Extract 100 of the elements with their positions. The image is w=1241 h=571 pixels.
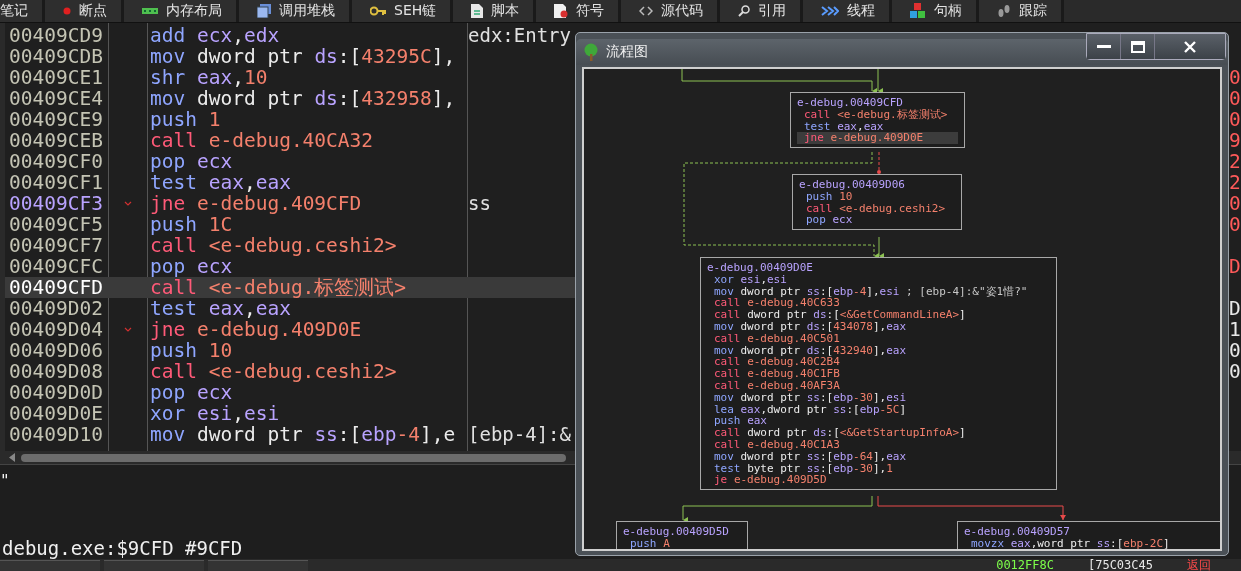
instruction-text: je e-debug.409D5D xyxy=(713,474,827,487)
document-icon xyxy=(554,4,569,18)
disassembly-row[interactable]: 00409CE1 shr eax,10 xyxy=(5,67,575,88)
column-fragment: 0 xyxy=(1229,88,1241,109)
instruction-text: call dword ptr ds:[<&GetCommandLineA>] xyxy=(713,309,967,321)
instruction-text: lea eax,dword ptr ss:[ebp-5C] xyxy=(713,403,908,416)
toolbar-tab[interactable]: SEH链 xyxy=(352,0,454,22)
instruction-text: test eax,eax xyxy=(150,172,291,193)
instruction-text: call e-debug.40C1A3 xyxy=(713,438,840,451)
instruction-text: call e-debug.40AF3A xyxy=(713,379,841,392)
code-block[interactable]: e-debug.00409D5D push A xyxy=(616,521,748,549)
comment-text: ss xyxy=(468,193,491,214)
disassembly-row[interactable]: 00409CDB mov dword ptr ds:[43295C], xyxy=(5,46,575,67)
column-fragment: 9 xyxy=(1229,130,1241,151)
disassembly-row[interactable]: 00409D04 jne e-debug.409D0E xyxy=(5,319,575,340)
minimize-button[interactable] xyxy=(1087,34,1121,59)
toolbar-tab[interactable]: 源代码 xyxy=(621,0,721,22)
toolbar-tab[interactable]: 断点 xyxy=(45,0,124,22)
toolbar-tab[interactable]: 笔记 xyxy=(0,0,45,22)
disassembly-row[interactable]: 00409CF3 jne e-debug.409CFD ss xyxy=(5,193,575,214)
disassembly-row[interactable]: 00409CF1 test eax,eax xyxy=(5,172,575,193)
instruction-text: call <e-debug.ceshi2> xyxy=(150,361,397,382)
address-cell-text: 00409CF0 xyxy=(8,151,104,172)
disassembly-row[interactable]: 00409D02 test eax,eax xyxy=(5,298,575,319)
instruction-text: pop ecx xyxy=(150,151,233,172)
toolbar-tab[interactable]: 线程 xyxy=(803,0,893,22)
instruction-text: call <e-debug.ceshi2> xyxy=(150,235,397,256)
blocks-icon xyxy=(910,3,927,19)
memory-icon xyxy=(142,7,158,15)
instruction-text: test eax,eax xyxy=(803,120,884,133)
maximize-button[interactable] xyxy=(1121,34,1155,59)
stack-icon xyxy=(257,4,271,18)
code-block[interactable]: e-debug.00409D06 push 10 call <e-debug.ceshi2> pop ecx xyxy=(792,174,962,231)
instruction-text: push 1 xyxy=(150,109,221,130)
disassembly-row[interactable]: 00409CF0 pop ecx xyxy=(5,151,575,172)
disassembly-row[interactable]: 00409CD9 add ecx,edx edx:Entry xyxy=(5,25,575,46)
instruction-text: xor esi,esi xyxy=(714,273,787,286)
disassembly-row[interactable]: 00409CFD call <e-debug.标签测试> xyxy=(5,277,575,298)
key-icon xyxy=(370,5,386,17)
instruction-text: push eax xyxy=(713,415,768,428)
instruction-text: call e-debug.40CA32 xyxy=(150,130,374,151)
address-cell-text: 00409D0D xyxy=(8,382,104,403)
column-fragment: D xyxy=(1229,256,1241,277)
address-cell-text: 00409CD9 xyxy=(8,25,104,46)
code-block[interactable] xyxy=(700,257,1057,491)
disassembly-row[interactable]: 00409D0D pop ecx xyxy=(5,382,575,403)
log-text: " xyxy=(0,472,10,490)
address-cell-text: 00409CF7 xyxy=(8,235,104,256)
disassembly-row[interactable]: 00409CE4 mov dword ptr ds:[432958], xyxy=(5,88,575,109)
code-block[interactable]: e-debug.00409D57 movzx eax,word ptr ss:[ebp-2C] xyxy=(957,521,1220,549)
instruction-text: shr eax,10 xyxy=(150,67,268,88)
disassembly-row[interactable]: 00409D0E xor esi,esi xyxy=(5,403,575,424)
toolbar-tab[interactable]: 跟踪 xyxy=(979,0,1065,22)
disassembly-row[interactable]: 00409D06 push 10 xyxy=(5,340,575,361)
instruction-text: mov dword ptr ds:[434078],eax xyxy=(713,321,908,333)
disassembly-row[interactable]: 00409CFC pop ecx xyxy=(5,256,575,277)
instruction-text: mov dword ptr ds:[432958], xyxy=(150,88,456,109)
scrollbar-thumb[interactable] xyxy=(21,453,566,462)
instruction-text: mov dword ptr ss:[ebp-4],esi ; [ebp-4]:&"姿1惜?" xyxy=(713,285,1029,298)
block-address: e-debug.00409D57 xyxy=(964,526,1071,538)
column-fragment: 0 xyxy=(1229,214,1241,235)
disassembly-row[interactable]: 00409CE9 push 1 xyxy=(5,109,575,130)
disassembly-row[interactable]: 00409CF5 push 1C xyxy=(5,214,575,235)
disassembly-row[interactable]: 00409D08 call <e-debug.ceshi2> xyxy=(5,361,575,382)
instruction-text: pop ecx xyxy=(150,256,233,277)
toolbar-tab[interactable]: 句柄 xyxy=(892,0,980,22)
arrows-icon xyxy=(821,5,840,17)
address-cell-text: 00409CF3 xyxy=(8,193,104,214)
instruction-text: call e-debug.40C501 xyxy=(713,332,841,345)
block-address: e-debug.00409D0E xyxy=(707,262,814,274)
instruction-text: call e-debug.40C2B4 xyxy=(713,356,841,369)
column-fragment: 2 xyxy=(1229,151,1241,172)
status-text: debug.exe:$9CFD #9CFD xyxy=(2,537,243,559)
instruction-text: test byte ptr ss:[ebp-30],1 xyxy=(713,462,894,475)
toolbar-tab[interactable]: 引用 xyxy=(720,0,804,22)
search-icon xyxy=(738,5,751,17)
toolbar-tab[interactable]: 符号 xyxy=(536,0,622,22)
scroll-left-icon[interactable] xyxy=(9,453,16,462)
toolbar-tab[interactable]: 脚本 xyxy=(453,0,537,22)
instruction-text: pop ecx xyxy=(150,382,233,403)
close-button[interactable] xyxy=(1155,34,1225,59)
disassembly-row[interactable]: 00409D10 mov dword ptr ss:[ebp-4],e [ebp-4]:& xyxy=(5,424,575,445)
footprint-icon xyxy=(997,4,1012,18)
comment-text: edx:Entry xyxy=(468,25,571,46)
instruction-text: call e-debug.40C633 xyxy=(713,297,840,310)
address-cell-text: 00409D10 xyxy=(8,424,104,445)
column-fragment: 2 xyxy=(1229,172,1241,193)
document-icon xyxy=(471,4,484,18)
instruction-text: mov dword ptr ss:[ebp-64],eax xyxy=(713,450,908,463)
tree-icon xyxy=(582,43,600,61)
toolbar-tab[interactable]: 内存布局 xyxy=(124,0,239,22)
column-fragment: 0 xyxy=(1229,193,1241,214)
block-address: e-debug.00409D5D xyxy=(623,526,730,538)
disassembly-row[interactable]: 00409CF7 call <e-debug.ceshi2> xyxy=(5,235,575,256)
instruction-text: push 1C xyxy=(150,214,233,235)
address-cell-text: 00409D0E xyxy=(8,403,104,424)
disassembly-row[interactable]: 00409CEB call e-debug.40CA32 xyxy=(5,130,575,151)
code-block[interactable]: e-debug.00409CFD call <e-debug.标签测试> test eax,eax jne e-debug.409D0E xyxy=(790,92,965,149)
address-cell-text: 00409D02 xyxy=(8,298,104,319)
toolbar-tab[interactable]: 调用堆栈 xyxy=(239,0,352,22)
